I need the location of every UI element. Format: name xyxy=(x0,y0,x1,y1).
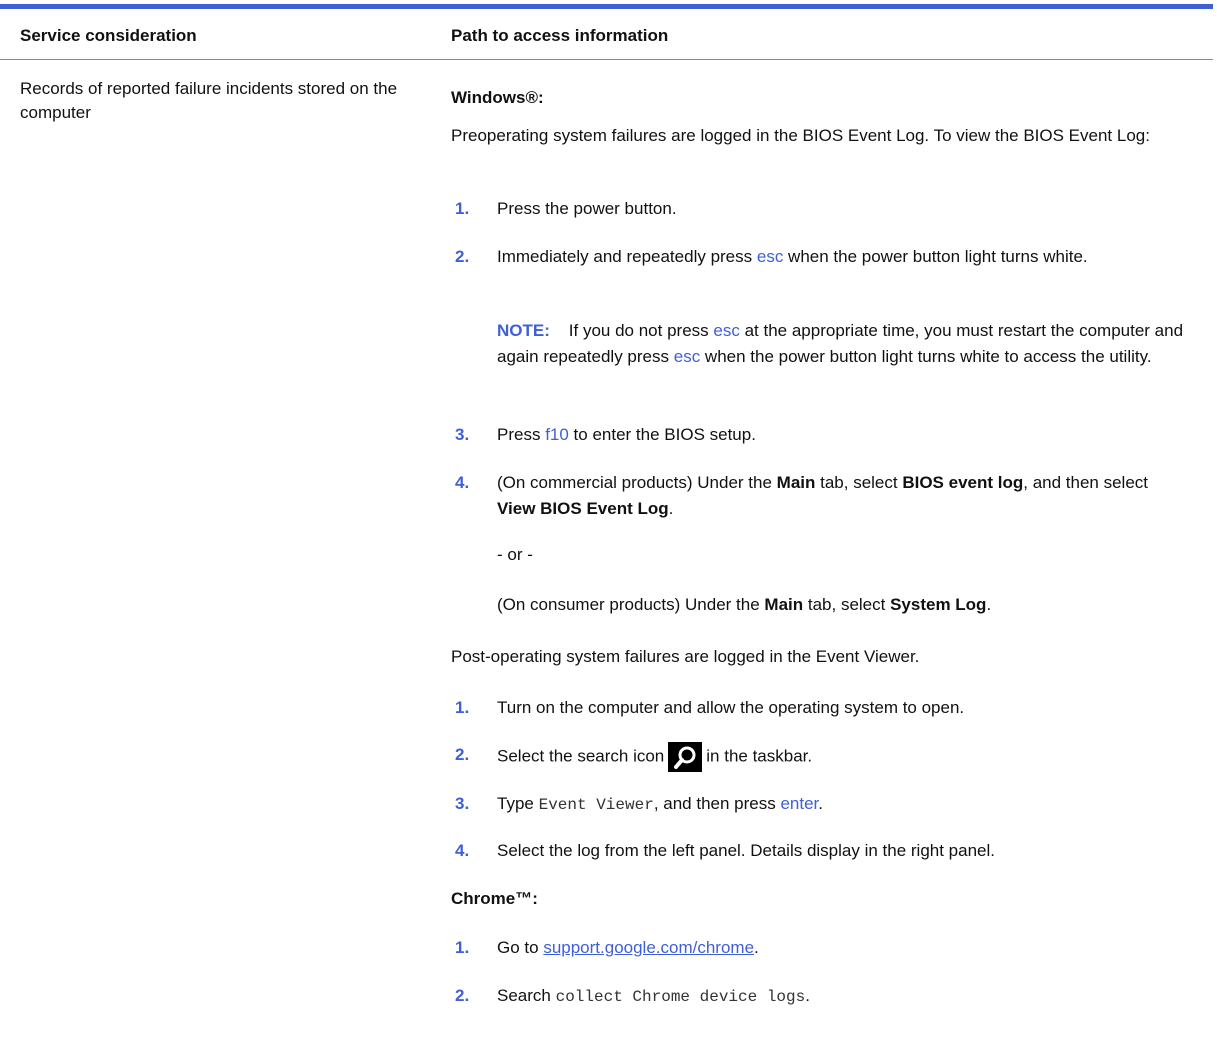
note-label: NOTE: xyxy=(497,321,550,340)
step-number: 2. xyxy=(455,745,470,764)
search-icon xyxy=(668,742,703,772)
step-text: Press f10 to enter the BIOS setup. xyxy=(497,425,756,444)
step-text: Select the log from the left panel. Deta… xyxy=(497,841,996,860)
code-search-term: collect Chrome device logs xyxy=(555,988,806,1006)
header-path-to-access: Path to access information xyxy=(451,26,669,45)
step-text: Type Event Viewer, and then press enter. xyxy=(497,794,823,814)
step-number: 4. xyxy=(455,473,470,492)
step-number: 1. xyxy=(455,199,470,218)
key-f10: f10 xyxy=(545,425,569,444)
step-text: Immediately and repeatedly press esc whe… xyxy=(497,247,1088,266)
table-header-row: Service consideration Path to access inf… xyxy=(0,10,1213,60)
step-number: 3. xyxy=(455,425,470,444)
key-esc: esc xyxy=(756,247,784,266)
step-number: 1. xyxy=(455,938,470,957)
consumer-step: (On consumer products) Under the Main ta… xyxy=(497,595,992,614)
header-service-consideration: Service consideration xyxy=(20,26,197,45)
or-separator: - or - xyxy=(497,545,533,564)
step-text: Turn on the computer and allow the opera… xyxy=(497,698,965,717)
step-number: 4. xyxy=(455,841,470,860)
support-link[interactable]: support.google.com/chrome xyxy=(543,938,754,957)
step-number: 3. xyxy=(455,794,470,813)
table-top-rule xyxy=(0,4,1213,9)
step-text: Select the search icon in the taskbar. xyxy=(497,742,1197,772)
windows-heading: Windows®: xyxy=(451,88,544,107)
step-text: Go to support.google.com/chrome. xyxy=(497,938,759,957)
service-consideration-cell: Records of reported failure incidents st… xyxy=(20,79,398,122)
code-event-viewer: Event Viewer xyxy=(538,796,654,814)
event-viewer-intro: Post-operating system failures are logge… xyxy=(451,647,920,666)
key-enter: enter xyxy=(780,794,819,813)
step-number: 1. xyxy=(455,698,470,717)
note-text: NOTE: If you do not press esc at the app… xyxy=(497,321,1184,366)
step-number: 2. xyxy=(455,247,470,266)
step-text: Press the power button. xyxy=(497,199,677,218)
step-text: (On commercial products) Under the Main … xyxy=(497,473,1149,518)
step-text: Search collect Chrome device logs. xyxy=(497,986,810,1006)
chrome-heading: Chrome™: xyxy=(451,889,538,908)
bios-intro: Preoperating system failures are logged … xyxy=(451,126,1150,145)
step-number: 2. xyxy=(455,986,470,1005)
